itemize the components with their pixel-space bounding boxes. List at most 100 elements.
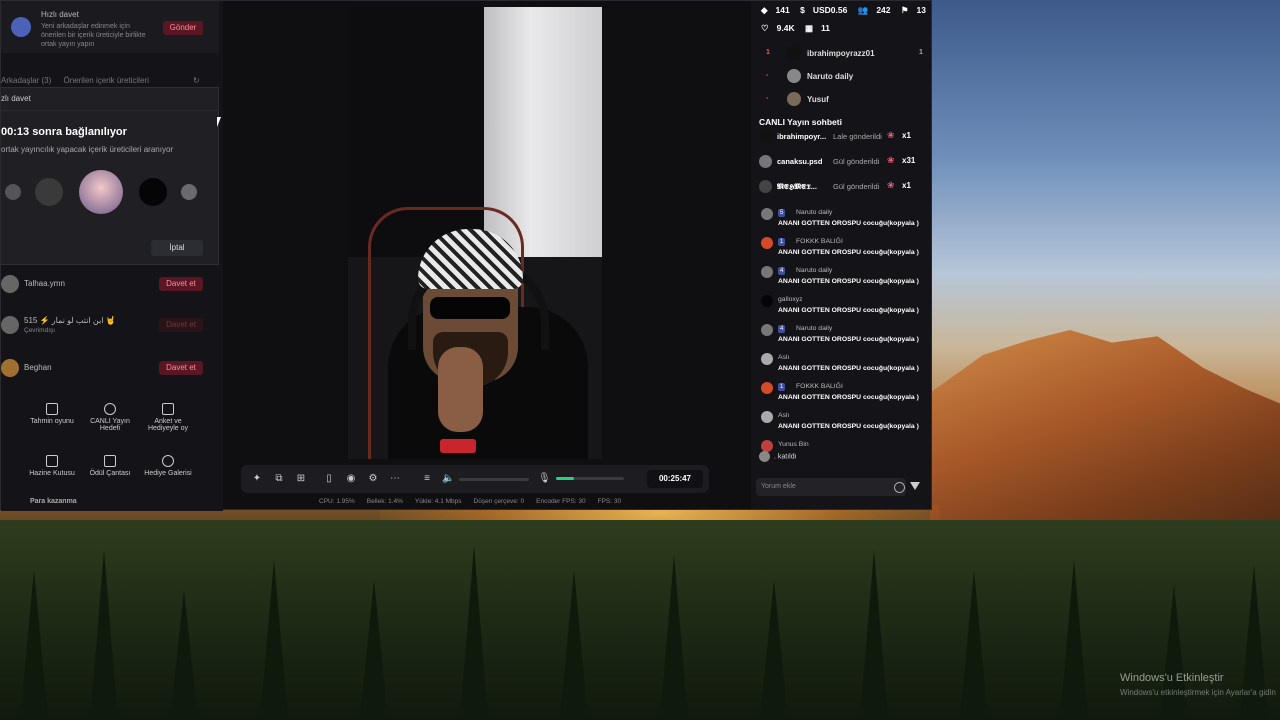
avatar <box>761 411 773 423</box>
avatar <box>787 69 801 83</box>
chat-message: 1 FOKKK BALIĞI ANANI GOTTEN OROSPU cocuğu… <box>759 235 929 264</box>
emoji-icon[interactable] <box>894 482 905 493</box>
treasure-icon <box>46 455 58 467</box>
tool-prediction-game[interactable]: Tahmin oyunu <box>26 397 78 441</box>
mixer-icon[interactable]: ≡ <box>421 473 433 485</box>
avatar <box>759 130 772 143</box>
friends-tabs: Arkadaşlar (3) Önerilen içerik üreticile… <box>1 76 200 85</box>
tool-poll-vote[interactable]: Anket ve Hediyeyle oy <box>142 397 194 441</box>
calendar-icon: ▦ <box>804 23 813 33</box>
tulip-icon: ❀ <box>887 130 895 140</box>
friend-status: Çevrimdışı <box>24 327 56 334</box>
tool-reward-bag[interactable]: Ödül Çantası <box>84 449 136 493</box>
cancel-button[interactable]: İptal <box>151 240 203 256</box>
effects-icon[interactable]: ✦ <box>251 473 263 485</box>
avatar <box>1 316 19 334</box>
activation-watermark-title: Windows'u Etkinleştir <box>1120 672 1224 684</box>
invite-button[interactable]: Davet et <box>159 361 203 375</box>
goal-icon <box>104 403 116 415</box>
quick-invite-modal: zlı davet 00:13 sonra bağlanılıyor ortak… <box>1 87 219 265</box>
level-badge: 1 <box>778 238 786 246</box>
creator-avatar <box>5 184 21 200</box>
mic-icon[interactable]: 🎙 <box>538 473 551 485</box>
chat-message: 4 Naruto daily ANANI GOTTEN OROSPU cocuğu… <box>759 264 929 293</box>
settings-icon[interactable]: ⚙ <box>367 473 379 485</box>
tool-live-goal[interactable]: CANLI Yayın Hedefi <box>84 397 136 441</box>
more-icon[interactable]: ⋯ <box>389 473 401 485</box>
creator-avatar <box>35 178 63 206</box>
joined-notice: . katıldı <box>759 451 797 462</box>
ranking-row[interactable]: 1 ibrahimpoyrazz01 1 <box>761 44 923 64</box>
wristband <box>440 439 476 453</box>
quick-invite-desc: Yeni arkadaşlar edinmek için önerilen bi… <box>41 23 146 48</box>
chat-message: 1 FOKKK BALIĞI ANANI GOTTEN OROSPU cocuğu… <box>759 380 929 409</box>
rose-icon: ❀ <box>887 155 895 165</box>
chat-message: galloxyz ANANI GOTTEN OROSPU cocuğu(kopya… <box>759 293 929 322</box>
followers-icon: ⚑ <box>900 5 909 15</box>
mic-level-meter <box>556 477 624 480</box>
coin-icon: $ <box>800 5 805 15</box>
ranking-row[interactable]: - Yusuf <box>761 90 921 110</box>
invite-button-disabled: Davet et <box>159 318 203 332</box>
tab-friends[interactable]: Arkadaşlar (3) <box>1 76 51 85</box>
refresh-icon[interactable]: ↻ <box>193 76 200 85</box>
chat-message: 5 Naruto daily ANANI GOTTEN OROSPU cocuğu… <box>759 206 929 235</box>
portrait-icon[interactable]: ▯ <box>323 473 335 485</box>
gift-gallery-icon <box>162 455 174 467</box>
camera-preview <box>348 7 602 459</box>
gift-row: ibrahimpoyr... Lale gönderildi ❀ x1 <box>759 127 924 147</box>
avatar <box>787 92 801 106</box>
quick-invite-card: Hızlı davet Yeni arkadaşlar edinmek için… <box>1 1 219 53</box>
avatar <box>761 266 773 278</box>
live-chat-title: CANLI Yayın sohbeti <box>759 117 842 127</box>
gift-row: 𝕸𝕰𝕳𝕸𝕰𝕿... Gül gönderildi ❀ x1 <box>759 177 924 197</box>
avatar <box>1 275 19 293</box>
modal-subtitle: ortak yayıncılık yapacak içerik üreticil… <box>1 145 174 154</box>
connect-timer: 00:13 sonra bağlanılıyor <box>1 126 127 138</box>
monetization-link[interactable]: Para kazanma <box>30 498 77 505</box>
quick-invite-title: Hızlı davet <box>41 10 79 19</box>
user-add-icon <box>11 17 31 37</box>
creator-avatar <box>181 184 197 200</box>
tab-suggested-creators[interactable]: Önerilen içerik üreticileri <box>63 76 148 85</box>
avatar <box>761 324 773 336</box>
invite-button[interactable]: Davet et <box>159 277 203 291</box>
mountain-scenery <box>930 330 1280 540</box>
send-button[interactable]: Gönder <box>163 21 203 35</box>
top-stats: ◆ 141 $ USD0.56 👥 242 ⚑ 13 <box>761 5 926 15</box>
volume-icon[interactable]: 🔈 <box>442 473 454 485</box>
creator-avatar-main <box>79 170 123 214</box>
avatar <box>759 180 772 193</box>
record-icon[interactable]: ◉ <box>345 473 357 485</box>
volume-slider[interactable] <box>459 478 529 481</box>
poll-icon <box>162 403 174 415</box>
tool-treasure-box[interactable]: Hazine Kutusu <box>26 449 78 493</box>
stream-timer: 00:25:47 <box>647 470 703 488</box>
comment-input[interactable]: Yorum ekle <box>756 478 906 496</box>
mouse-cursor-icon <box>217 117 221 127</box>
avatar <box>761 382 773 394</box>
viewers-icon: 👥 <box>857 5 869 15</box>
modal-header: zlı davet <box>1 88 219 111</box>
avatar <box>759 451 770 462</box>
bag-icon <box>104 455 116 467</box>
level-badge: 4 <box>778 267 786 275</box>
creator-avatar <box>139 178 167 206</box>
friend-row: 515 ⚡ ابن انتب لو نمار 🤘 Çevrimdışı Dave… <box>1 313 219 337</box>
filter-icon[interactable] <box>910 482 920 490</box>
diamond-icon: ◆ <box>761 5 768 15</box>
friend-name: Beghan <box>24 363 52 372</box>
gift-row: canaksu.psd Gül gönderildi ❀ x31 <box>759 152 924 172</box>
tool-gift-gallery[interactable]: Hediye Galerisi <box>142 449 194 493</box>
left-panel: Hızlı davet Yeni arkadaşlar edinmek için… <box>1 1 223 511</box>
avatar <box>761 208 773 220</box>
avatar <box>1 359 19 377</box>
layout-icon[interactable]: ⧉ <box>273 473 285 485</box>
top-stats-row2: ♡ 9.4K ▦ 11 <box>761 23 830 33</box>
activation-watermark-sub: Windows'u etkinleştirmek için Ayarlar'a … <box>1120 688 1276 697</box>
ranking-row[interactable]: - Naruto daily <box>761 67 921 87</box>
right-panel: ◆ 141 $ USD0.56 👥 242 ⚑ 13 ♡ 9.4K ▦ 11 1 ibrah… <box>751 1 931 509</box>
add-source-icon[interactable]: ⊞ <box>295 473 307 485</box>
level-badge: 4 <box>778 325 786 333</box>
avatar <box>759 155 772 168</box>
